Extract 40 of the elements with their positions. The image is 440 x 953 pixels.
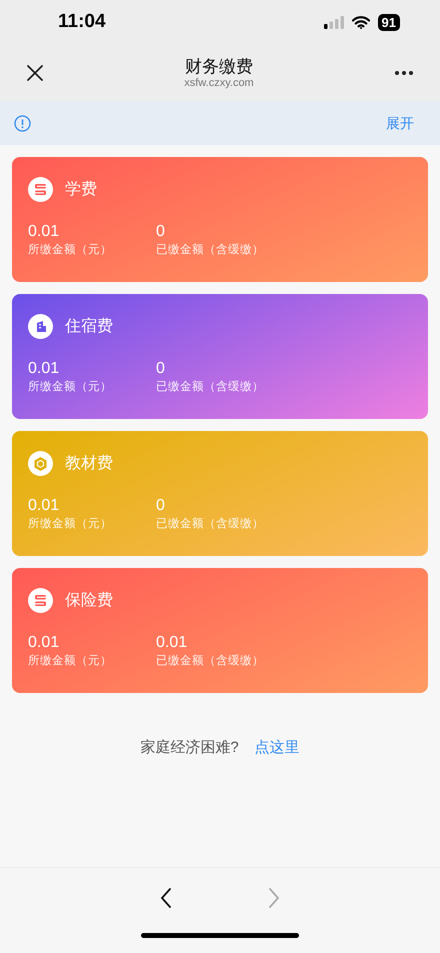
fee-card[interactable]: 教材费 0.01 所缴金额（元） 0 已缴金额（含缓缴） (12, 431, 428, 556)
paid-label: 已缴金额（含缓缴） (156, 242, 264, 258)
fee-title: 保险费 (65, 590, 113, 610)
fee-title: 学费 (65, 180, 97, 200)
signal-icon (324, 16, 344, 29)
status-time: 11:04 (58, 10, 106, 34)
paid-amount: 0 (156, 222, 166, 242)
fee-card[interactable]: 住宿费 0.01 所缴金额（元） 0 已缴金额（含缓缴） (12, 294, 428, 419)
paid-amount: 0 (156, 359, 166, 379)
paid-label: 已缴金额（含缓缴） (156, 380, 264, 395)
hardship-link[interactable]: 点这里 (254, 737, 300, 760)
cube-icon (28, 451, 53, 476)
due-label: 所缴金额（元） (28, 654, 113, 669)
info-icon (14, 114, 31, 132)
due-amount: 0.01 (28, 359, 60, 379)
due-label: 所缴金额（元） (28, 516, 113, 532)
due-label: 所缴金额（元） (28, 242, 113, 258)
page-title: 财务缴费 (184, 56, 254, 76)
more-icon (394, 70, 414, 76)
site-address: xsfw.czxy.com (184, 76, 254, 90)
fee-card[interactable]: 学费 0.01 所缴金额（元） 0 已缴金额（含缓缴） (12, 157, 428, 282)
forward-icon (268, 886, 280, 909)
paid-label: 已缴金额（含缓缴） (156, 654, 264, 669)
battery-level: 91 (378, 14, 400, 31)
hardship-text: 家庭经济困难? (140, 738, 239, 758)
paid-label: 已缴金额（含缓缴） (156, 516, 264, 532)
due-amount: 0.01 (28, 633, 60, 653)
expand-link[interactable]: 展开 (386, 112, 414, 134)
due-amount: 0.01 (28, 496, 60, 516)
fee-title: 教材费 (65, 454, 113, 474)
paid-amount: 0 (156, 496, 166, 516)
building-icon (28, 314, 53, 339)
back-icon (160, 886, 172, 909)
close-icon (26, 64, 44, 82)
fee-card[interactable]: 保险费 0.01 所缴金额（元） 0.01 已缴金额（含缓缴） (12, 568, 428, 693)
wifi-icon (352, 16, 370, 29)
due-label: 所缴金额（元） (28, 380, 113, 395)
paid-amount: 0.01 (156, 633, 188, 653)
fee-title: 住宿费 (65, 316, 113, 336)
due-amount: 0.01 (28, 222, 60, 242)
